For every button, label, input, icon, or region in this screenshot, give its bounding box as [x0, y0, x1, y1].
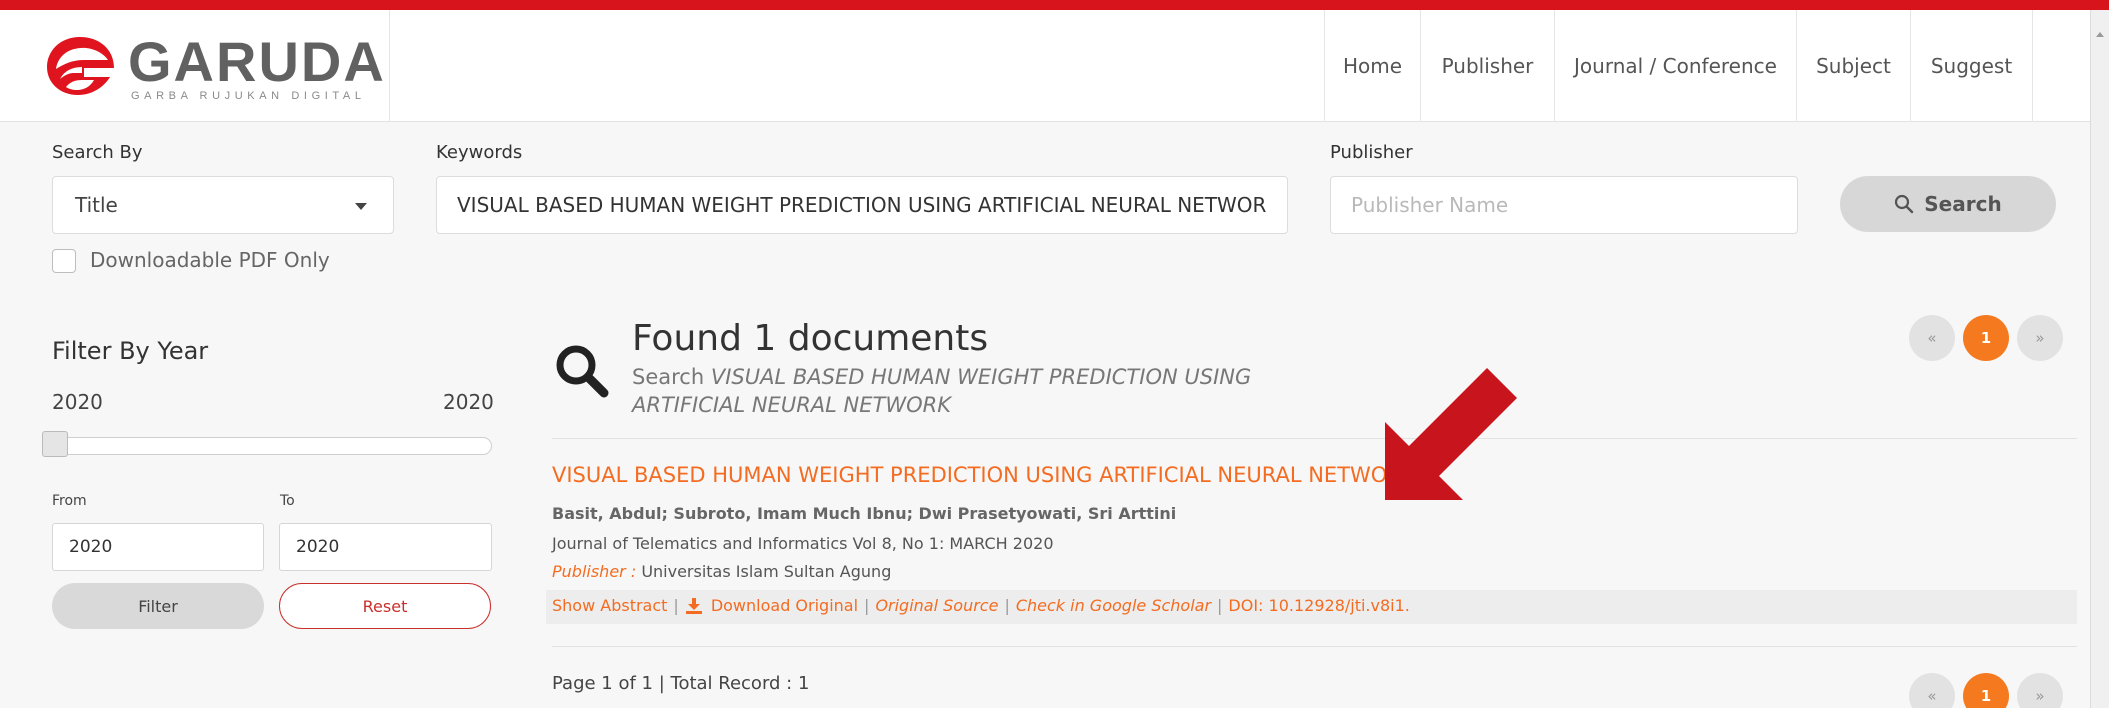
pagination-page-current[interactable]: 1 — [1963, 673, 2009, 708]
search-summary: Search VISUAL BASED HUMAN WEIGHT PREDICT… — [632, 363, 1352, 419]
main-nav: Home Publisher Journal / Conference Subj… — [1324, 10, 2052, 122]
doi-link[interactable]: DOI: 10.12928/jti.v8i1. — [1228, 596, 1409, 615]
nav-publisher[interactable]: Publisher — [1420, 10, 1554, 122]
garuda-logo-icon — [47, 37, 114, 95]
year-range-min: 2020 — [52, 390, 103, 414]
download-icon[interactable] — [685, 597, 703, 615]
filter-button[interactable]: Filter — [52, 583, 264, 629]
pagination-page-current[interactable]: 1 — [1963, 315, 2009, 361]
nav-home[interactable]: Home — [1324, 10, 1420, 122]
publisher-prefix: Publisher : — [552, 562, 637, 581]
search-summary-prefix: Search — [632, 365, 705, 389]
publisher-input[interactable] — [1330, 176, 1798, 234]
pagination-next[interactable]: » — [2017, 673, 2063, 708]
chevron-down-icon — [355, 203, 367, 210]
document-journal[interactable]: Journal of Telematics and Informatics Vo… — [552, 534, 1054, 553]
reset-button[interactable]: Reset — [279, 583, 491, 629]
filter-title: Filter By Year — [52, 337, 209, 365]
publisher-name[interactable]: Universitas Islam Sultan Agung — [641, 562, 891, 581]
search-icon — [1895, 194, 1914, 214]
keywords-input[interactable] — [436, 176, 1288, 234]
red-arrow-icon — [1385, 368, 1517, 500]
to-label: To — [280, 493, 295, 509]
pagination-prev[interactable]: « — [1909, 315, 1955, 361]
nav-divider — [2032, 10, 2052, 122]
search-by-label: Search By — [52, 142, 143, 163]
search-summary-query: VISUAL BASED HUMAN WEIGHT PREDICTION USI… — [632, 365, 1252, 417]
google-scholar-link[interactable]: Check in Google Scholar — [1016, 596, 1211, 615]
year-slider-handle[interactable] — [42, 431, 68, 457]
brand-tagline: GARBA RUJUKAN DIGITAL — [131, 90, 366, 102]
pdf-only-checkbox[interactable] — [52, 249, 76, 273]
divider — [552, 646, 2077, 647]
nav-subject[interactable]: Subject — [1796, 10, 1910, 122]
scroll-up-icon[interactable] — [2096, 32, 2104, 37]
document-actions: Show Abstract | Download Original | Orig… — [552, 596, 1410, 615]
search-button[interactable]: Search — [1840, 176, 2056, 232]
page-scrollbar[interactable] — [2090, 10, 2109, 708]
from-label: From — [52, 493, 87, 509]
pagination-prev[interactable]: « — [1909, 673, 1955, 708]
keywords-label: Keywords — [436, 142, 523, 163]
results-count: Found 1 documents — [632, 318, 989, 359]
site-header: GARUDA GARBA RUJUKAN DIGITAL Home Publis… — [0, 10, 2090, 122]
nav-journal-conference[interactable]: Journal / Conference — [1554, 10, 1796, 122]
publisher-label: Publisher — [1330, 142, 1413, 163]
brand-name: GARUDA — [128, 30, 386, 93]
separator: | — [1217, 596, 1223, 615]
search-by-select[interactable]: Title — [52, 176, 394, 234]
separator: | — [673, 596, 679, 615]
brand-logo[interactable]: GARUDA GARBA RUJUKAN DIGITAL — [0, 10, 390, 122]
magnifier-icon — [556, 345, 609, 398]
year-from-input[interactable] — [52, 523, 264, 571]
search-by-value: Title — [75, 193, 118, 217]
document-authors: Basit, Abdul; Subroto, Imam Much Ibnu; D… — [552, 504, 1177, 523]
document-title-link[interactable]: VISUAL BASED HUMAN WEIGHT PREDICTION USI… — [552, 463, 1416, 487]
separator: | — [864, 596, 870, 615]
pdf-only-label[interactable]: Downloadable PDF Only — [90, 248, 330, 272]
pagination-bottom: « 1 » — [1909, 673, 2063, 708]
year-to-input[interactable] — [279, 523, 492, 571]
year-range-max: 2020 — [443, 390, 494, 414]
page-info: Page 1 of 1 | Total Record : 1 — [552, 673, 810, 694]
search-button-label: Search — [1924, 192, 2002, 216]
divider — [552, 438, 2077, 439]
download-original-link[interactable]: Download Original — [711, 596, 858, 615]
pagination-top: « 1 » — [1909, 315, 2063, 361]
original-source-link[interactable]: Original Source — [875, 596, 998, 615]
pagination-next[interactable]: » — [2017, 315, 2063, 361]
document-publisher: Publisher : Universitas Islam Sultan Agu… — [552, 562, 891, 581]
nav-suggest[interactable]: Suggest — [1910, 10, 2032, 122]
year-slider[interactable] — [52, 437, 492, 455]
top-accent-bar — [0, 0, 2109, 10]
separator: | — [1004, 596, 1010, 615]
show-abstract-link[interactable]: Show Abstract — [552, 596, 667, 615]
